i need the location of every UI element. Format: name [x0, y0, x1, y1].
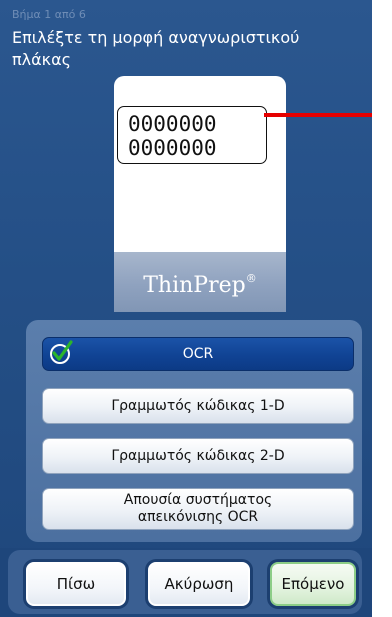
option-ocr-label: OCR: [182, 345, 214, 362]
option-barcode-2d-label: Γραμμωτός κώδικας 2-D: [111, 447, 285, 464]
option-no-ocr-button[interactable]: Απουσία συστήματος απεικόνισης OCR: [42, 488, 354, 530]
next-button[interactable]: Επόμενο: [270, 562, 356, 606]
slide-brand-band: ThinPrep®: [114, 252, 286, 312]
next-button-label: Επόμενο: [281, 575, 345, 593]
option-barcode-1d-label: Γραμμωτός κώδικας 1-D: [111, 397, 285, 414]
option-barcode-2d-button[interactable]: Γραμμωτός κώδικας 2-D: [42, 438, 354, 474]
option-ocr-button[interactable]: OCR: [42, 337, 354, 371]
slide-label-area: 0000000 0000000: [117, 106, 267, 164]
back-button-label: Πίσω: [56, 575, 96, 593]
option-no-ocr-label-line-2: απεικόνισης OCR: [137, 509, 259, 525]
slide-label-code-line-1: 0000000: [128, 112, 217, 136]
instruction-text: Επιλέξτε τη μορφή αναγνωριστικού πλάκας: [12, 28, 300, 69]
option-no-ocr-label-line-1: Απουσία συστήματος: [123, 492, 273, 508]
id-format-options-panel: OCR Γραμμωτός κώδικας 1-D Γραμμωτός κώδι…: [26, 320, 362, 542]
back-button[interactable]: Πίσω: [26, 562, 126, 606]
label-pointer-line: [264, 113, 372, 117]
cancel-button-label: Ακύρωση: [164, 575, 234, 593]
cancel-button[interactable]: Ακύρωση: [148, 562, 250, 606]
option-barcode-1d-button[interactable]: Γραμμωτός κώδικας 1-D: [42, 388, 354, 424]
slide-brand-logo: ThinPrep®: [114, 264, 286, 301]
checkmark-icon: [50, 340, 73, 364]
bottom-navigation-bar: Πίσω Ακύρωση Επόμενο: [0, 548, 372, 617]
registered-mark: ®: [245, 272, 257, 285]
slide-label-code-line-2: 0000000: [128, 136, 217, 160]
slide-brand-name: ThinPrep: [143, 273, 246, 298]
bottom-navigation-panel: Πίσω Ακύρωση Επόμενο: [8, 550, 362, 614]
step-indicator: Βήμα 1 από 6: [12, 8, 86, 21]
slide-illustration: 0000000 0000000 ThinPrep®: [114, 76, 286, 312]
wizard-screen: Βήμα 1 από 6 Επιλέξτε τη μορφή αναγνωρισ…: [0, 0, 372, 617]
